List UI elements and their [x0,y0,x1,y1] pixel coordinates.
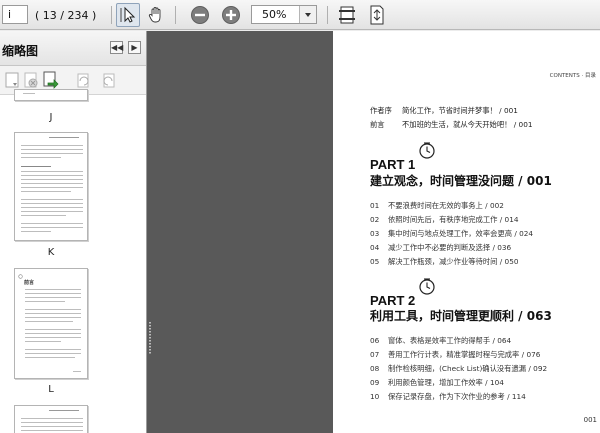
toc-entry-number: 08 [370,364,380,373]
zoom-in-button[interactable] [219,3,243,27]
thumbnails-panel-title: 缩略图 [2,44,39,58]
page-thumbnail[interactable] [14,405,88,433]
front-matter-label: 作者序 [370,106,392,115]
fit-width-button[interactable] [335,3,359,27]
clock-icon [419,278,435,295]
fit-page-button[interactable] [365,3,389,27]
toc-entry-text: 窗体、表格是效率工作的得帮手 / 064 [388,336,512,345]
clock-icon [419,142,435,159]
part-label: PART 2 [370,293,416,308]
chevron-down-icon [305,13,311,17]
toc-entry-text: 减少工作中不必要的判断及选择 / 036 [388,243,512,252]
page-thumbnail-label: K [47,247,55,258]
zoom-level-field[interactable]: 50% [251,5,317,24]
thumbnail-preface-heading: 前言 [24,280,35,286]
page-count-indicator: ( 13 / 234 ) [35,9,97,22]
part-title: 利用工具，时间管理更顺利 / 063 [370,309,552,323]
toc-entry[interactable]: 02 依照时间先后，有秩序地完成工作 / 014 [370,215,518,225]
front-matter-row: 前言 不加班的生活，就从今天开始吧！ / 001 [370,120,532,130]
front-matter-label: 前言 [370,120,385,129]
toc-entry-number: 09 [370,378,380,387]
page-thumbnail-label: L [48,384,54,395]
collapse-panel-button[interactable]: ◀◀ [110,41,123,54]
toc-entry[interactable]: 09 利用颜色管理，增加工作效率 / 104 [370,378,504,388]
page-thumbnail[interactable]: 前言 [14,268,88,379]
plus-circle-icon [222,6,240,24]
zoom-out-button[interactable] [188,3,212,27]
front-matter-row: 作者序 简化工作，节省时间并梦事！ / 001 [370,106,518,116]
toc-entry-number: 04 [370,243,380,252]
page-thumbnail[interactable] [14,132,88,241]
rotate-counterclockwise-icon[interactable] [74,71,92,89]
toc-entry-text: 制作检核明细，(Check List)确认没有遗漏 / 092 [388,364,548,373]
toc-entry[interactable]: 06 窗体、表格是效率工作的得帮手 / 064 [370,336,511,346]
toc-entry[interactable]: 03 集中时间与地点处理工作，效率会更高 / 024 [370,229,533,239]
toc-entry-text: 集中时间与地点处理工作，效率会更高 / 024 [388,229,534,238]
fit-page-icon [370,5,384,25]
thumbnails-panel: 缩略图 ◀◀ ▶ J K 前言 L [0,31,147,433]
toc-entry[interactable]: 05 解决工作瓶颈，减少作业等待时间 / 050 [370,257,518,267]
panel-resize-grip[interactable] [149,322,151,354]
toolbar-separator [175,6,176,24]
page-number-value: i [8,8,12,21]
preface-ornament-icon [18,274,23,279]
toc-entry-text: 保存记录存盘，作为下次作业的参考 / 114 [388,392,526,401]
toc-entry-number: 02 [370,215,380,224]
toc-entry[interactable]: 01 不要浪费时间在无效的事务上 / 002 [370,201,504,211]
running-header: CONTENTS · 目录 [549,73,596,79]
thumbnails-panel-header: 缩略图 ◀◀ ▶ [0,31,146,66]
part-title: 建立观念，时间管理没问题 / 001 [370,174,552,188]
front-matter-text: 简化工作，节省时间并梦事！ / 001 [402,106,518,115]
hand-tool-button[interactable] [144,3,168,27]
toc-entry[interactable]: 04 减少工作中不必要的判断及选择 / 036 [370,243,511,253]
toc-entry[interactable]: 07 善用工作行计表，精准掌握时程与完成率 / 076 [370,350,540,360]
toc-entry-text: 利用颜色管理，增加工作效率 / 104 [388,378,504,387]
page-thumbnail[interactable] [14,89,88,101]
toc-entry-number: 07 [370,350,380,359]
toolbar-separator [327,6,328,24]
part-label: PART 1 [370,157,416,172]
toc-entry-number: 05 [370,257,380,266]
page-number: 001 [583,416,597,424]
toc-entry-number: 10 [370,392,380,401]
toc-entry-text: 依照时间先后，有秩序地完成工作 / 014 [388,215,519,224]
toc-entry-number: 03 [370,229,380,238]
select-tool-button[interactable] [116,3,140,27]
toc-entry-text: 善用工作行计表，精准掌握时程与完成率 / 076 [388,350,541,359]
minus-circle-icon [191,6,209,24]
zoom-dropdown-button[interactable] [299,6,316,23]
extract-page-icon[interactable] [41,71,59,89]
thumbnails-list[interactable]: J K 前言 L [0,89,146,433]
front-matter-text: 不加班的生活，就从今天开始吧！ / 001 [402,120,533,129]
document-gutter[interactable] [147,31,333,433]
select-cursor-icon [120,6,136,23]
toc-entry-number: 01 [370,201,380,210]
zoom-level-value: 50% [262,8,287,21]
toc-entry[interactable]: 08 制作检核明细，(Check List)确认没有遗漏 / 092 [370,364,547,374]
delete-page-icon[interactable] [22,71,40,89]
document-page: CONTENTS · 目录 作者序 简化工作，节省时间并梦事！ / 001 前言不… [333,31,600,433]
rotate-clockwise-icon[interactable] [100,71,118,89]
toc-entry-number: 06 [370,336,380,345]
toc-entry[interactable]: 10 保存记录存盘，作为下次作业的参考 / 114 [370,392,526,402]
toc-entry-text: 不要浪费时间在无效的事务上 / 002 [388,201,504,210]
page-thumbnail-label: J [49,112,53,123]
toolbar: i ( 13 / 234 ) 50% [0,0,600,30]
expand-panel-button[interactable]: ▶ [128,41,141,54]
toc-entry-text: 解决工作瓶颈，减少作业等待时间 / 050 [388,257,519,266]
hand-icon [148,7,161,23]
fit-width-icon [339,6,355,24]
page-options-icon[interactable] [4,71,22,89]
page-number-input[interactable]: i [2,5,28,24]
toolbar-separator [111,6,112,24]
